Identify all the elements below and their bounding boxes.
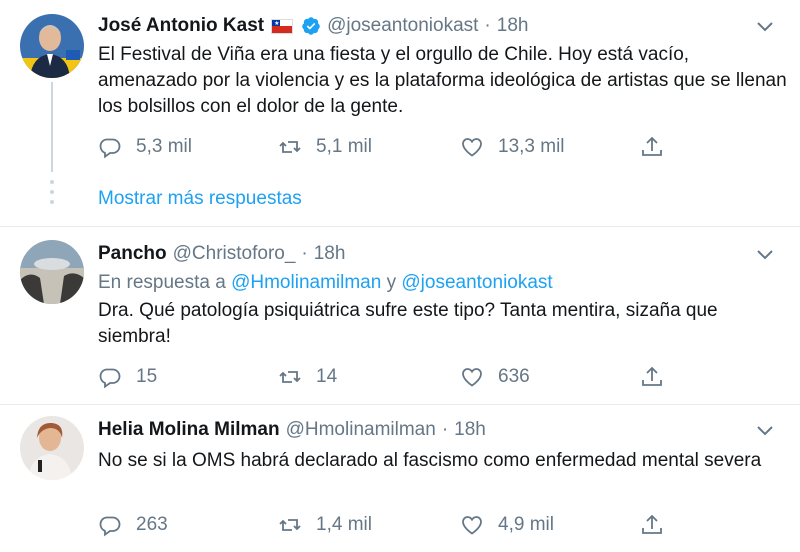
separator-dot: · <box>484 15 491 36</box>
reply-icon <box>99 368 121 389</box>
like-button[interactable]: 636 <box>460 362 530 392</box>
reply-button[interactable]: 263 <box>98 510 168 540</box>
chevron-down-icon[interactable] <box>754 244 776 266</box>
like-button[interactable]: 4,9 mil <box>460 510 554 540</box>
retweet-icon <box>279 519 301 531</box>
author-handle[interactable]: @joseantoniokast <box>327 15 478 37</box>
timestamp[interactable]: 18h <box>497 15 529 37</box>
author-handle[interactable]: @Hmolinamilman <box>286 419 436 441</box>
divider <box>0 404 800 405</box>
reply-context: En respuesta a @Hmolinamilman y @joseant… <box>98 272 553 294</box>
mention-link[interactable]: @Hmolinamilman <box>231 272 381 293</box>
heart-icon <box>462 138 482 157</box>
timestamp[interactable]: 18h <box>454 419 486 441</box>
reply-button[interactable]: 5,3 mil <box>98 132 192 162</box>
show-more-replies-link[interactable]: Mostrar más respuestas <box>98 188 302 210</box>
reply-count: 15 <box>136 366 158 387</box>
share-icon <box>642 514 662 534</box>
tweet-actions: 15 14 636 <box>98 362 678 392</box>
tweet-text: No se si la OMS habrá declarado al fasci… <box>98 450 762 471</box>
share-button[interactable] <box>640 510 678 540</box>
reply-conjunction: y <box>386 272 397 293</box>
retweet-icon <box>279 371 301 383</box>
author-name[interactable]: José Antonio Kast <box>98 15 264 37</box>
like-count: 4,9 mil <box>498 514 554 535</box>
reply-icon <box>99 138 121 159</box>
reply-icon <box>99 516 121 537</box>
author-name[interactable]: Pancho <box>98 243 167 265</box>
separator-dot: · <box>441 419 449 440</box>
retweet-button[interactable]: 14 <box>278 362 337 392</box>
heart-icon <box>462 368 482 387</box>
tweet-actions: 5,3 mil 5,1 mil 13,3 mil <box>98 132 678 162</box>
thread-line <box>51 82 53 172</box>
reply-count: 263 <box>136 514 168 535</box>
retweet-button[interactable]: 5,1 mil <box>278 132 372 162</box>
retweet-count: 1,4 mil <box>316 514 372 535</box>
retweet-count: 5,1 mil <box>316 136 372 157</box>
avatar[interactable] <box>20 14 84 78</box>
share-button[interactable] <box>640 132 678 162</box>
tweet-actions: 263 1,4 mil 4,9 mil <box>98 510 678 540</box>
reply-prefix: En respuesta a <box>98 272 226 293</box>
author-name[interactable]: Helia Molina Milman <box>98 419 280 441</box>
thread-ellipsis <box>50 180 54 210</box>
timestamp[interactable]: 18h <box>314 243 346 265</box>
author-handle[interactable]: @Christoforo_ <box>173 243 296 265</box>
chile-flag-icon: ★ <box>271 18 294 34</box>
verified-badge-icon <box>301 16 321 36</box>
retweet-icon <box>279 141 301 153</box>
separator-dot: · <box>301 243 308 264</box>
chevron-down-icon[interactable] <box>754 420 776 442</box>
share-icon <box>642 136 662 156</box>
like-count: 13,3 mil <box>498 136 565 157</box>
reply-count: 5,3 mil <box>136 136 192 157</box>
heart-icon <box>462 516 482 535</box>
share-icon <box>642 366 662 386</box>
share-button[interactable] <box>640 362 678 392</box>
reply-button[interactable]: 15 <box>98 362 157 392</box>
retweet-count: 14 <box>316 366 338 387</box>
tweet-text: Dra. Qué patología psiquiátrica sufre es… <box>98 300 718 347</box>
tweet-text: El Festival de Viña era una fiesta y el … <box>98 44 787 117</box>
avatar[interactable] <box>20 240 84 304</box>
divider <box>0 226 800 227</box>
avatar[interactable] <box>20 416 84 480</box>
mention-link[interactable]: @joseantoniokast <box>401 272 552 293</box>
like-button[interactable]: 13,3 mil <box>460 132 565 162</box>
retweet-button[interactable]: 1,4 mil <box>278 510 372 540</box>
chevron-down-icon[interactable] <box>754 16 776 38</box>
like-count: 636 <box>498 366 530 387</box>
